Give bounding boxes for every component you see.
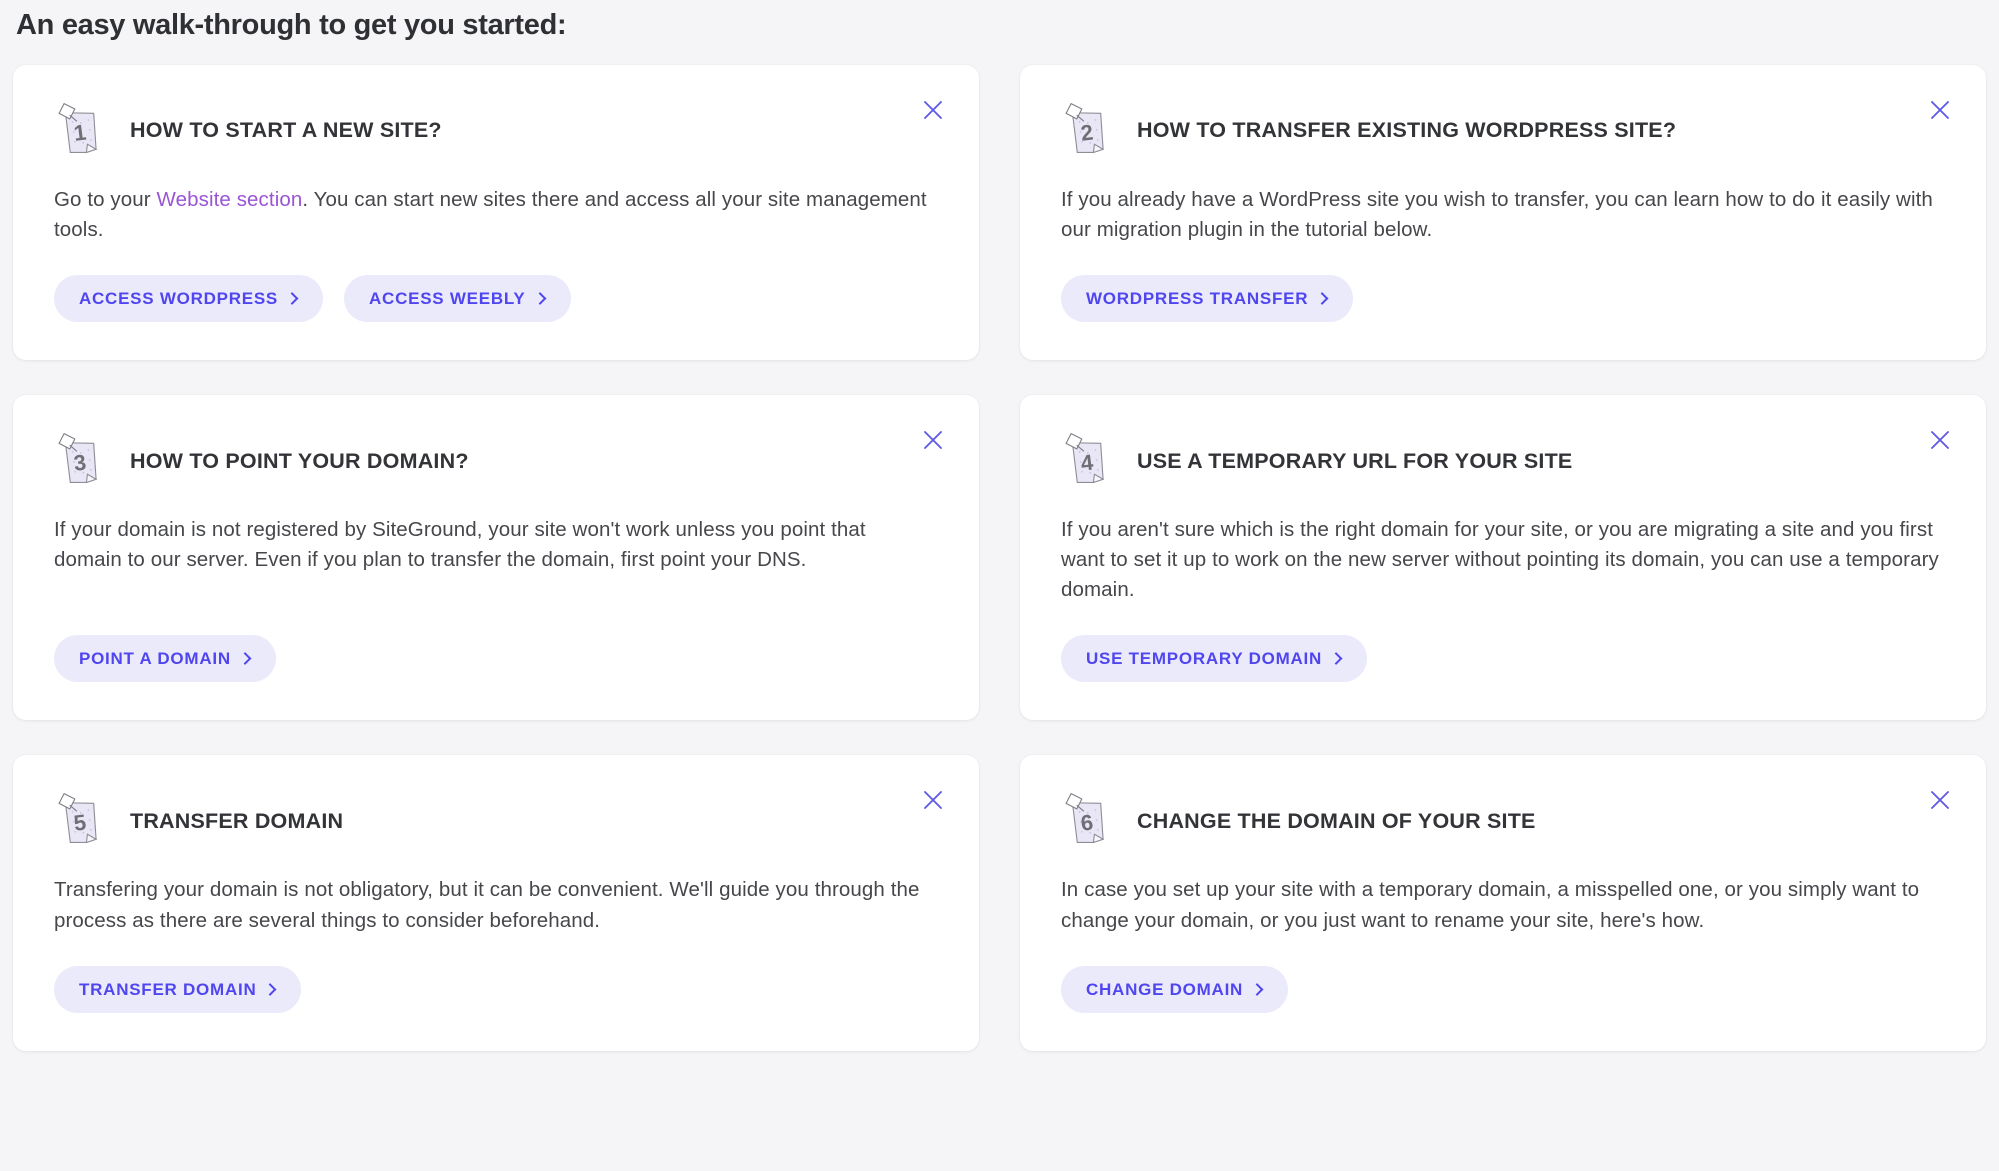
close-icon bbox=[1931, 431, 1949, 449]
card-title: USE A TEMPORARY URL FOR YOUR SITE bbox=[1137, 448, 1573, 473]
close-icon bbox=[924, 100, 942, 119]
card-description: Go to your Website section. You can star… bbox=[54, 185, 939, 245]
card-title: HOW TO TRANSFER EXISTING WORDPRESS SITE? bbox=[1137, 118, 1677, 143]
card-description: Transfering your domain is not obligator… bbox=[54, 878, 920, 932]
change-domain-button[interactable]: CHANGE DOMAIN bbox=[1061, 965, 1289, 1013]
button-label: CHANGE DOMAIN bbox=[1086, 979, 1244, 999]
numbered-sticky-note-icon: 1 bbox=[54, 101, 108, 161]
numbered-sticky-note-icon: 2 bbox=[1061, 101, 1115, 161]
close-icon bbox=[924, 431, 942, 449]
numbered-sticky-note-icon: 3 bbox=[54, 431, 108, 491]
walkthrough-card-2: 2 HOW TO TRANSFER EXISTING WORDPRESS SIT… bbox=[1020, 64, 1986, 361]
point-a-domain-button[interactable]: POINT A DOMAIN bbox=[54, 635, 276, 683]
walkthrough-page: An easy walk-through to get you started: bbox=[0, 0, 1999, 1171]
card-header: 6 CHANGE THE DOMAIN OF YOUR SITE bbox=[1061, 789, 1946, 853]
walkthrough-card-3: 3 HOW TO POINT YOUR DOMAIN? If your doma… bbox=[13, 395, 979, 721]
card-header: 2 HOW TO TRANSFER EXISTING WORDPRESS SIT… bbox=[1061, 99, 1946, 163]
card-actions: USE TEMPORARY DOMAIN bbox=[1061, 605, 1946, 683]
button-label: ACCESS WORDPRESS bbox=[79, 289, 279, 309]
close-button[interactable] bbox=[916, 93, 950, 127]
chevron-right-icon bbox=[264, 982, 277, 996]
walkthrough-card-4: 4 USE A TEMPORARY URL FOR YOUR SITE If y… bbox=[1020, 395, 1986, 721]
chevron-right-icon bbox=[285, 292, 299, 305]
button-label: ACCESS WEEBLY bbox=[369, 289, 526, 309]
close-icon bbox=[924, 791, 942, 810]
close-icon bbox=[1931, 791, 1949, 810]
walkthrough-card-5: 5 TRANSFER DOMAIN Transfering your domai… bbox=[13, 755, 979, 1051]
use-temporary-domain-button[interactable]: USE TEMPORARY DOMAIN bbox=[1061, 635, 1368, 683]
chevron-right-icon bbox=[1315, 292, 1329, 305]
close-button[interactable] bbox=[1923, 93, 1957, 127]
website-section-link[interactable]: Website section bbox=[157, 188, 303, 211]
card-actions: ACCESS WORDPRESS ACCESS WEEBLY bbox=[54, 245, 939, 323]
page-title: An easy walk-through to get you started: bbox=[16, 9, 567, 41]
close-button[interactable] bbox=[916, 783, 950, 817]
numbered-sticky-note-icon: 6 bbox=[1061, 791, 1115, 851]
card-title: TRANSFER DOMAIN bbox=[130, 808, 344, 833]
button-label: USE TEMPORARY DOMAIN bbox=[1086, 649, 1323, 669]
card-header: 1 HOW TO START A NEW SITE? bbox=[54, 99, 939, 163]
close-icon bbox=[1931, 100, 1949, 119]
card-title: HOW TO START A NEW SITE? bbox=[130, 118, 442, 143]
card-description: If you already have a WordPress site you… bbox=[1061, 187, 1933, 241]
walkthrough-card-1: 1 HOW TO START A NEW SITE? Go to your We… bbox=[13, 64, 979, 361]
close-button[interactable] bbox=[916, 423, 950, 457]
numbered-sticky-note-icon: 4 bbox=[1061, 431, 1115, 491]
button-label: WORDPRESS TRANSFER bbox=[1086, 289, 1309, 309]
description-text-before-link: Go to your bbox=[54, 187, 157, 211]
card-header: 3 HOW TO POINT YOUR DOMAIN? bbox=[54, 429, 939, 493]
walkthrough-card-6: 6 CHANGE THE DOMAIN OF YOUR SITE In case… bbox=[1020, 755, 1986, 1051]
card-title: HOW TO POINT YOUR DOMAIN? bbox=[130, 448, 469, 473]
card-title: CHANGE THE DOMAIN OF YOUR SITE bbox=[1137, 808, 1536, 833]
numbered-sticky-note-icon: 5 bbox=[54, 791, 108, 851]
chevron-right-icon bbox=[533, 292, 546, 305]
button-label: POINT A DOMAIN bbox=[79, 649, 231, 669]
card-actions: CHANGE DOMAIN bbox=[1061, 936, 1946, 1013]
access-weebly-button[interactable]: ACCESS WEEBLY bbox=[344, 275, 571, 323]
wordpress-transfer-button[interactable]: WORDPRESS TRANSFER bbox=[1061, 275, 1354, 323]
walkthrough-card-grid: 1 HOW TO START A NEW SITE? Go to your We… bbox=[13, 64, 1986, 1051]
card-actions: TRANSFER DOMAIN bbox=[54, 936, 939, 1013]
chevron-right-icon bbox=[1250, 982, 1264, 996]
chevron-right-icon bbox=[1329, 652, 1343, 666]
card-header: 5 TRANSFER DOMAIN bbox=[54, 789, 939, 853]
access-wordpress-button[interactable]: ACCESS WORDPRESS bbox=[54, 275, 324, 323]
transfer-domain-button[interactable]: TRANSFER DOMAIN bbox=[54, 965, 302, 1013]
card-description: In case you set up your site with a temp… bbox=[1061, 878, 1920, 932]
card-description: If your domain is not registered by Site… bbox=[54, 518, 866, 572]
chevron-right-icon bbox=[238, 652, 252, 666]
button-label: TRANSFER DOMAIN bbox=[79, 979, 257, 999]
card-actions: POINT A DOMAIN bbox=[54, 605, 939, 683]
card-header: 4 USE A TEMPORARY URL FOR YOUR SITE bbox=[1061, 429, 1946, 493]
close-button[interactable] bbox=[1923, 783, 1957, 817]
card-actions: WORDPRESS TRANSFER bbox=[1061, 245, 1946, 323]
card-description: If you aren't sure which is the right do… bbox=[1061, 518, 1939, 602]
close-button[interactable] bbox=[1923, 423, 1957, 457]
